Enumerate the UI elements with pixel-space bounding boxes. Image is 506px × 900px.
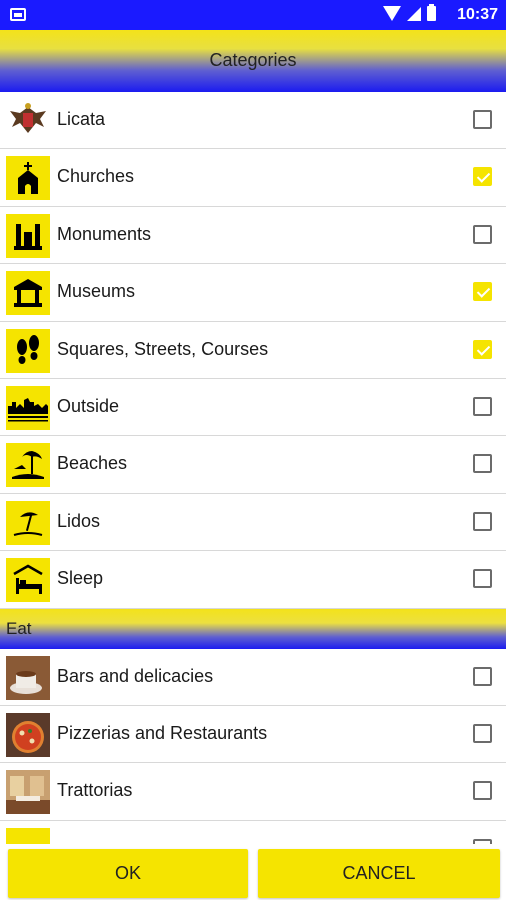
umbrella-icon — [6, 500, 50, 545]
category-row-trattorias[interactable]: Trattorias — [0, 763, 506, 821]
category-label: Beaches — [57, 453, 128, 474]
category-label: Churches — [57, 166, 135, 187]
category-label: Squares, Streets, Courses — [57, 338, 269, 359]
category-label: Museums — [57, 281, 136, 302]
dialog-footer: OK CANCEL — [0, 844, 506, 900]
category-checkbox[interactable] — [473, 454, 492, 474]
category-checkbox[interactable] — [473, 569, 492, 589]
monument-icon — [6, 213, 50, 258]
pizza-photo — [6, 712, 50, 757]
page-title: Categories — [209, 49, 297, 70]
museum-icon — [6, 271, 50, 316]
category-checkbox[interactable] — [473, 781, 492, 801]
category-row-museums[interactable]: Museums — [0, 264, 506, 322]
category-checkbox[interactable] — [473, 511, 492, 531]
category-checkbox[interactable] — [473, 282, 492, 302]
category-checkbox[interactable] — [473, 224, 492, 244]
category-row-outside[interactable]: Outside — [0, 379, 506, 437]
category-row-monuments[interactable]: Monuments — [0, 207, 506, 265]
image-notification-icon — [10, 8, 26, 21]
footprints-icon — [6, 328, 50, 373]
category-label: Licata — [57, 109, 106, 129]
category-row-licata[interactable]: Licata — [0, 92, 506, 150]
section-title: Eat — [6, 618, 32, 638]
trattoria-photo — [6, 770, 50, 815]
category-checkbox[interactable] — [473, 167, 492, 187]
section-header-eat: Eat — [0, 608, 506, 649]
crest-icon — [6, 99, 50, 143]
category-label: Monuments — [57, 223, 152, 244]
category-checkbox[interactable] — [473, 723, 492, 743]
category-label: Sleep — [57, 568, 104, 589]
category-row-squares[interactable]: Squares, Streets, Courses — [0, 322, 506, 379]
signal-icon — [407, 6, 421, 21]
category-row-partial[interactable] — [0, 821, 506, 844]
category-checkbox[interactable] — [473, 339, 492, 359]
church-icon — [6, 156, 50, 201]
category-checkbox[interactable] — [473, 666, 492, 686]
coffee-photo — [6, 655, 50, 700]
category-label: Lidos — [57, 510, 101, 531]
category-row-sleep[interactable]: Sleep — [0, 551, 506, 609]
category-list[interactable]: Licata Churches Monuments Museums Square… — [0, 92, 506, 844]
palm-beach-icon — [6, 443, 50, 488]
category-checkbox[interactable] — [473, 396, 492, 416]
category-row-lidos[interactable]: Lidos — [0, 494, 506, 552]
ok-button[interactable]: OK — [8, 849, 248, 898]
status-bar: 10:37 — [0, 0, 506, 30]
partial-icon — [6, 827, 50, 844]
category-row-beaches[interactable]: Beaches — [0, 436, 506, 494]
status-time: 10:37 — [457, 6, 498, 23]
category-label: Bars and delicacies — [57, 665, 214, 686]
skyline-icon — [6, 385, 50, 430]
category-row-pizzerias[interactable]: Pizzerias and Restaurants — [0, 706, 506, 764]
bed-icon — [6, 558, 50, 603]
category-row-churches[interactable]: Churches — [0, 149, 506, 207]
category-label: Outside — [57, 395, 120, 416]
category-row-bars[interactable]: Bars and delicacies — [0, 649, 506, 706]
category-checkbox[interactable] — [473, 110, 492, 129]
title-bar: Categories — [0, 30, 506, 92]
wifi-icon — [383, 6, 401, 21]
cancel-button[interactable]: CANCEL — [258, 849, 500, 898]
battery-icon — [427, 4, 436, 21]
category-label: Trattorias — [57, 780, 133, 801]
category-label: Pizzerias and Restaurants — [57, 722, 268, 743]
